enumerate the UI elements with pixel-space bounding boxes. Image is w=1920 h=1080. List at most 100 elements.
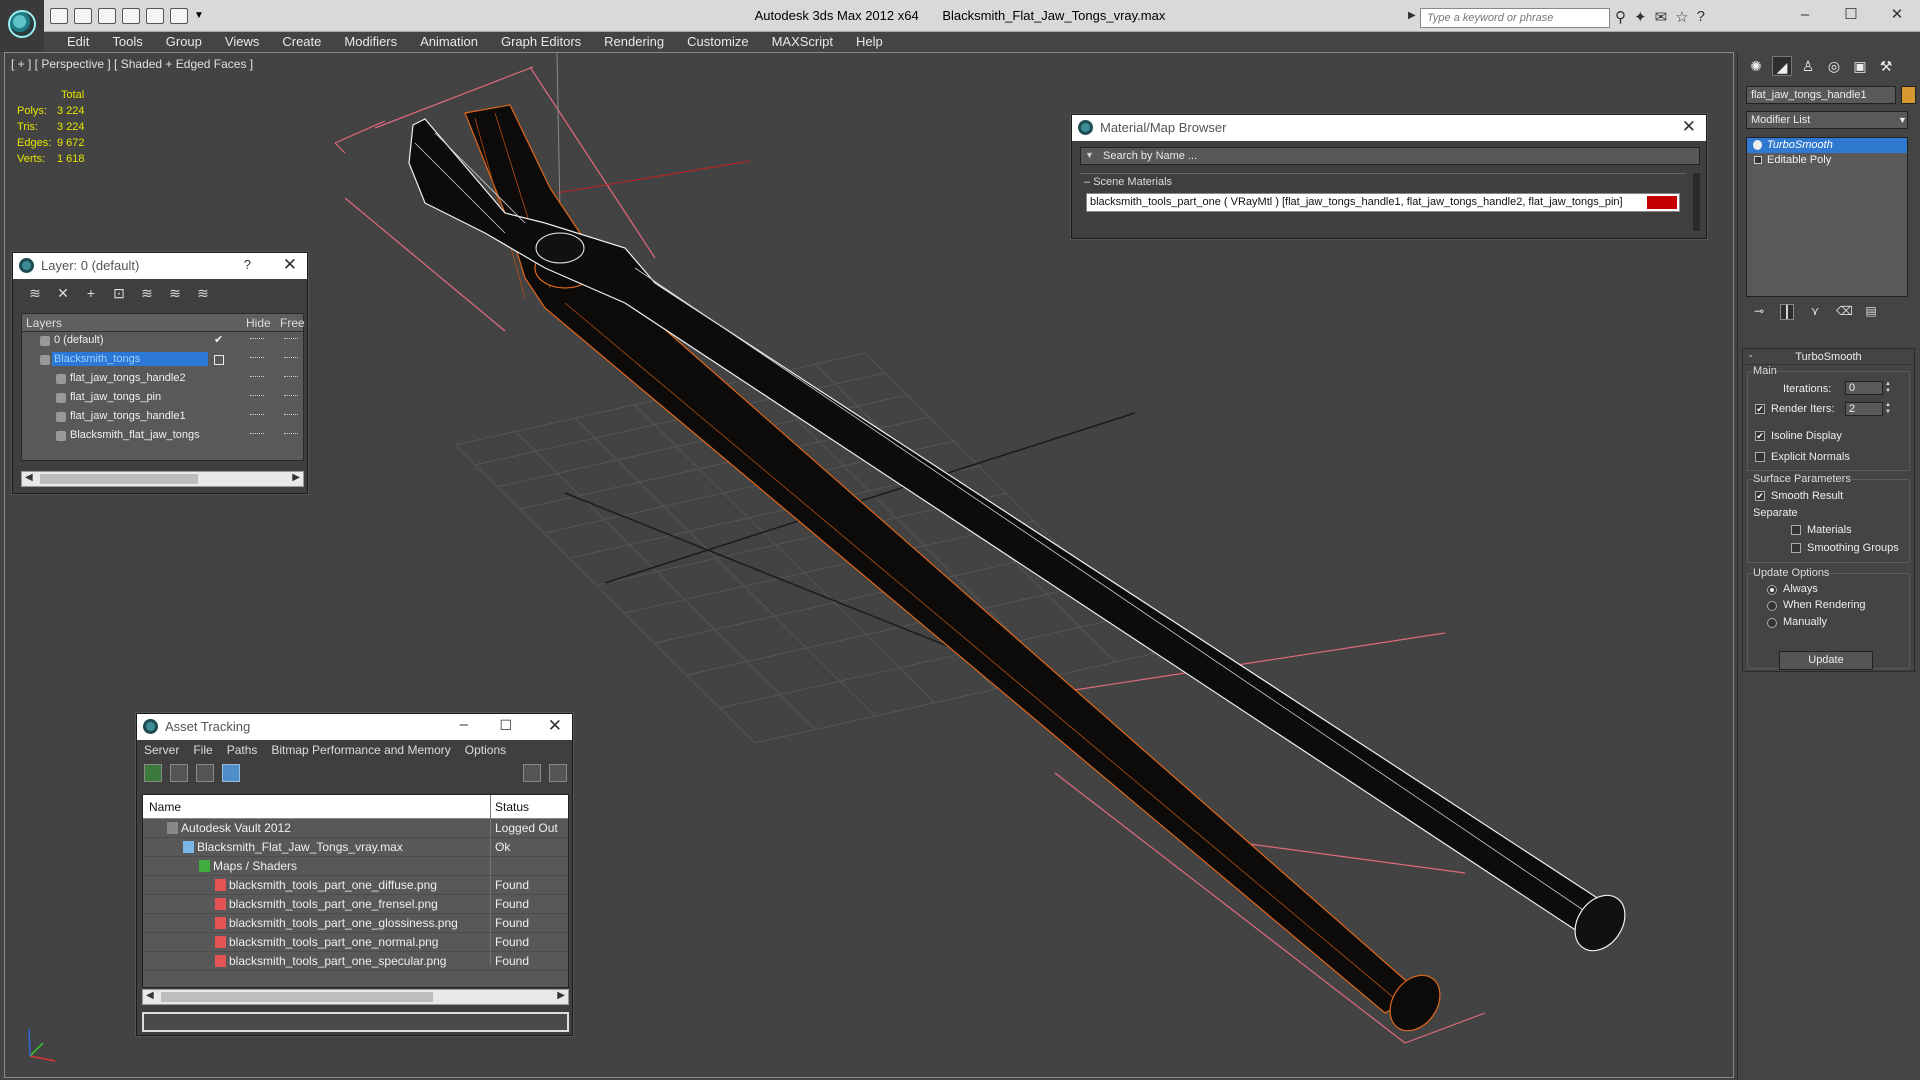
binoculars-icon[interactable]: ⚲ (1615, 8, 1626, 26)
hide-toggle[interactable] (250, 433, 264, 436)
materials-checkbox[interactable] (1791, 525, 1801, 535)
table-row[interactable]: blacksmith_tools_part_one_diffuse.png Fo… (143, 876, 568, 895)
column-freeze[interactable]: Free (280, 316, 305, 330)
hide-toggle[interactable] (250, 376, 264, 379)
column-name[interactable]: Name (149, 800, 181, 814)
hide-toggle[interactable] (250, 414, 264, 417)
highlight-layer-icon[interactable]: ≋ (139, 285, 155, 301)
scroll-left-icon[interactable]: ◀ (25, 472, 33, 483)
table-row[interactable]: blacksmith_tools_part_one_frensel.png Fo… (143, 895, 568, 914)
close-material-browser-button[interactable]: ✕ (1682, 117, 1696, 137)
layer-horizontal-scrollbar[interactable]: ◀ ▶ (21, 471, 304, 487)
scroll-left-icon[interactable]: ◀ (146, 990, 154, 1001)
freeze-toggle[interactable] (284, 376, 298, 379)
menu-help[interactable]: Help (845, 32, 895, 52)
update-button[interactable]: Update (1779, 651, 1873, 670)
new-file-icon[interactable] (50, 8, 68, 24)
hide-toggle[interactable] (250, 338, 264, 341)
expand-plus-icon[interactable] (1754, 156, 1762, 164)
render-iters-checkbox[interactable]: ✔ (1755, 404, 1765, 414)
layer-row[interactable]: flat_jaw_tongs_pin (22, 389, 303, 408)
asset-menu-bitmap[interactable]: Bitmap Performance and Memory (271, 743, 450, 760)
current-layer-check-icon[interactable]: ✔ (214, 333, 223, 346)
freeze-toggle[interactable] (284, 338, 298, 341)
scroll-right-icon[interactable]: ▶ (557, 990, 565, 1001)
asset-path-input[interactable] (142, 1012, 569, 1032)
viewport-label[interactable]: [ + ] [ Perspective ] [ Shaded + Edged F… (11, 57, 253, 71)
layer-row[interactable]: flat_jaw_tongs_handle1 (22, 408, 303, 427)
object-color-swatch[interactable] (1901, 86, 1916, 104)
material-search-input[interactable]: ▼ Search by Name ... (1080, 147, 1700, 165)
undo-icon[interactable] (122, 8, 140, 24)
close-window-button[interactable]: ✕ (1874, 0, 1920, 32)
update-when-rendering-radio[interactable] (1767, 601, 1777, 611)
asset-menu-file[interactable]: File (193, 743, 212, 760)
modifier-list-dropdown[interactable]: Modifier List ▼ (1746, 111, 1908, 129)
create-tab-icon[interactable]: ✺ (1746, 56, 1766, 76)
create-layer-icon[interactable]: ≋ (27, 285, 43, 301)
asset-horizontal-scrollbar[interactable]: ◀ ▶ (142, 989, 569, 1005)
menu-customize[interactable]: Customize (676, 32, 760, 52)
iterations-spinner[interactable]: 0 (1845, 381, 1883, 395)
show-end-result-icon[interactable]: ┃ (1780, 304, 1794, 320)
stack-item-editable-poly[interactable]: Editable Poly (1747, 153, 1907, 168)
lightbulb-icon[interactable] (1753, 140, 1762, 150)
refresh-icon[interactable] (144, 764, 162, 782)
communication-icon[interactable]: ✉ (1655, 8, 1668, 26)
material-scrollbar[interactable] (1693, 173, 1700, 231)
update-always-radio[interactable] (1767, 585, 1777, 595)
material-browser-titlebar[interactable]: Material/Map Browser ✕ (1072, 115, 1706, 141)
keyword-search-input[interactable]: Type a keyword or phrase (1420, 8, 1610, 28)
menu-maxscript[interactable]: MAXScript (761, 32, 845, 52)
settings-icon[interactable] (549, 764, 567, 782)
help-button[interactable]: ? (244, 257, 251, 272)
hide-toggle[interactable] (250, 357, 264, 360)
delete-layer-icon[interactable]: ✕ (55, 285, 71, 301)
maximize-button[interactable]: ☐ (1828, 0, 1874, 32)
make-unique-icon[interactable]: ⋎ (1808, 304, 1822, 320)
rollout-header[interactable]: - TurboSmooth (1743, 349, 1914, 365)
asset-menu-paths[interactable]: Paths (227, 743, 258, 760)
add-to-layer-icon[interactable]: + (83, 285, 99, 301)
material-entry[interactable]: blacksmith_tools_part_one ( VRayMtl ) [f… (1086, 193, 1680, 212)
menu-tools[interactable]: Tools (101, 32, 154, 52)
smoothing-groups-checkbox[interactable] (1791, 543, 1801, 553)
qa-dropdown-icon[interactable]: ▼ (194, 8, 204, 24)
menu-edit[interactable]: Edit (56, 32, 101, 52)
freeze-toggle[interactable] (284, 395, 298, 398)
scroll-right-icon[interactable]: ▶ (292, 472, 300, 483)
display-tab-icon[interactable]: ▣ (1850, 56, 1870, 76)
asset-menu-server[interactable]: Server (144, 743, 179, 760)
search-options-icon[interactable]: ▼ (1085, 150, 1094, 160)
layer-row[interactable]: 0 (default) ✔ (22, 332, 303, 351)
save-file-icon[interactable] (98, 8, 116, 24)
layer-row[interactable]: Blacksmith_flat_jaw_tongs (22, 427, 303, 446)
object-name-field[interactable]: flat_jaw_tongs_handle1 (1746, 86, 1896, 104)
minimize-asset-window-button[interactable]: – (460, 716, 468, 733)
column-hide[interactable]: Hide (246, 316, 271, 330)
layer-window-titlebar[interactable]: Layer: 0 (default) ? ✕ (13, 253, 307, 279)
asset-tracking-titlebar[interactable]: Asset Tracking – ☐ ✕ (137, 714, 572, 740)
render-iters-spinner[interactable]: 2 (1845, 402, 1883, 416)
table-row[interactable]: blacksmith_tools_part_one_normal.png Fou… (143, 933, 568, 952)
set-current-layer-box[interactable] (214, 355, 224, 365)
table-row[interactable]: Autodesk Vault 2012 Logged Out ... (143, 819, 568, 849)
freeze-toggle[interactable] (284, 357, 298, 360)
menu-animation[interactable]: Animation (409, 32, 490, 52)
motion-tab-icon[interactable]: ◎ (1824, 56, 1844, 76)
hold-icon[interactable] (170, 8, 188, 24)
app-logo-button[interactable] (0, 0, 44, 52)
maximize-asset-window-button[interactable]: ☐ (499, 717, 512, 734)
freeze-all-icon[interactable]: ≋ (195, 285, 211, 301)
configure-sets-icon[interactable]: ▤ (1864, 304, 1878, 320)
help-icon[interactable]: ? (1697, 8, 1705, 26)
table-row[interactable]: Maps / Shaders (143, 857, 568, 876)
close-layer-window-button[interactable]: ✕ (283, 255, 297, 275)
redo-icon[interactable] (146, 8, 164, 24)
subscription-icon[interactable]: ✦ (1634, 8, 1647, 26)
spinner-arrows-icon[interactable]: ▲ ▼ (1885, 381, 1893, 395)
select-objects-icon[interactable]: ⊡ (111, 285, 127, 301)
hide-toggle[interactable] (250, 395, 264, 398)
layer-row[interactable]: Blacksmith_tongs (22, 351, 303, 370)
close-asset-window-button[interactable]: ✕ (548, 716, 562, 736)
